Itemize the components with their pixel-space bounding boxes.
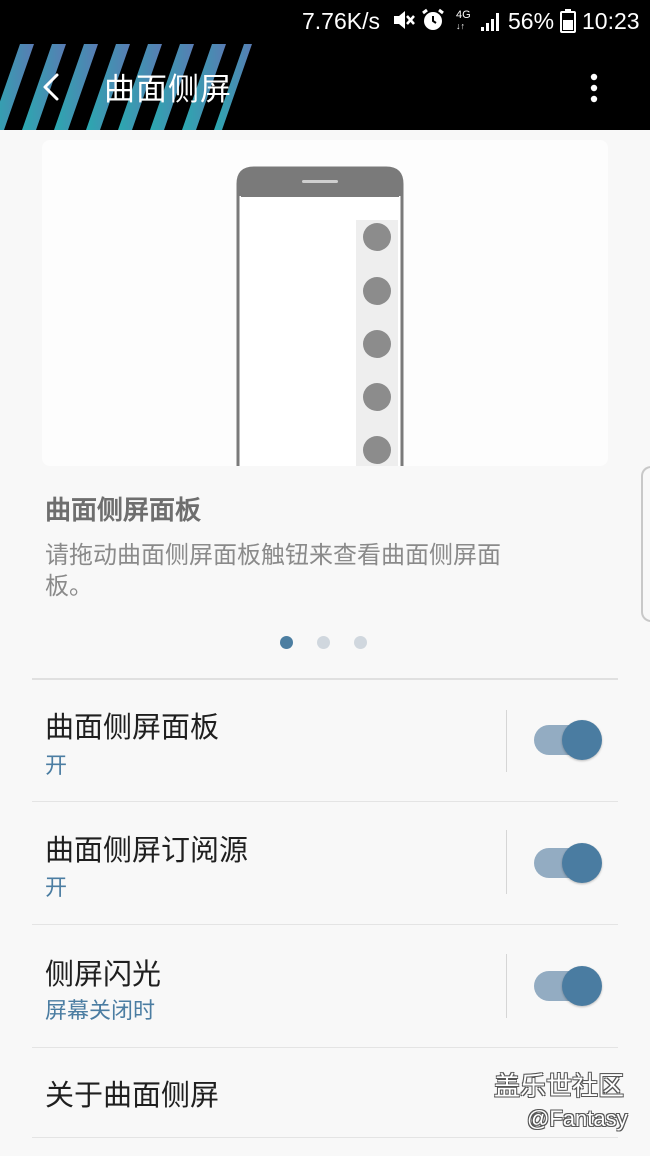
network-speed: 7.76K/s	[302, 8, 380, 34]
app-bar: 曲面侧屏	[0, 44, 650, 130]
network-type: 4G ↓↑	[456, 9, 471, 32]
toggle-thumb	[562, 720, 602, 760]
edge-lighting-toggle[interactable]	[534, 966, 602, 1006]
panel-info-title: 曲面侧屏面板	[45, 496, 202, 526]
page-indicator	[280, 636, 367, 649]
toggle-thumb	[562, 966, 602, 1006]
panel-info-description: 请拖动曲面侧屏面板触钮来查看曲面侧屏面板。	[45, 541, 501, 600]
setting-title: 侧屏闪光	[45, 957, 162, 991]
more-vertical-icon	[590, 73, 598, 103]
page-dot-3[interactable]	[354, 636, 367, 649]
row-separator	[506, 710, 507, 772]
clock: 10:23	[582, 8, 640, 34]
setting-title: 关于曲面侧屏	[45, 1078, 220, 1112]
setting-row-edge-lighting[interactable]: 侧屏闪光 屏幕关闭时	[32, 925, 618, 1048]
watermark-user: @Fantasy	[527, 1106, 628, 1131]
watermark-site: 盖乐世社区	[494, 1072, 625, 1102]
edge-panel-illustration[interactable]	[42, 140, 608, 466]
edge-handle[interactable]	[641, 466, 650, 622]
setting-status: 开	[45, 754, 68, 779]
setting-status: 屏幕关闭时	[45, 999, 156, 1024]
toggle-thumb	[562, 843, 602, 883]
chevron-left-icon	[43, 73, 59, 101]
phone-illustration	[236, 166, 404, 466]
alarm-icon	[420, 7, 446, 33]
page-dot-2[interactable]	[317, 636, 330, 649]
battery-percent: 56%	[508, 8, 555, 34]
setting-title: 曲面侧屏面板	[45, 710, 220, 744]
back-button[interactable]	[30, 64, 72, 110]
row-separator	[506, 830, 507, 894]
row-divider	[32, 1137, 618, 1138]
edge-feeds-toggle[interactable]	[534, 843, 602, 883]
more-options-button[interactable]	[578, 66, 610, 110]
page-title: 曲面侧屏	[104, 72, 232, 108]
setting-row-edge-feeds[interactable]: 曲面侧屏订阅源 开	[32, 802, 618, 925]
setting-status: 开	[45, 876, 68, 901]
battery-icon	[560, 9, 576, 33]
mute-icon	[391, 7, 415, 33]
status-bar: 7.76K/s 4G ↓↑ 56% 10:23	[0, 0, 650, 44]
setting-title: 曲面侧屏订阅源	[45, 833, 249, 867]
signal-icon	[479, 9, 503, 33]
page-dot-1[interactable]	[280, 636, 293, 649]
setting-row-edge-panels[interactable]: 曲面侧屏面板 开	[32, 680, 618, 802]
row-separator	[506, 954, 507, 1018]
edge-panels-toggle[interactable]	[534, 720, 602, 760]
